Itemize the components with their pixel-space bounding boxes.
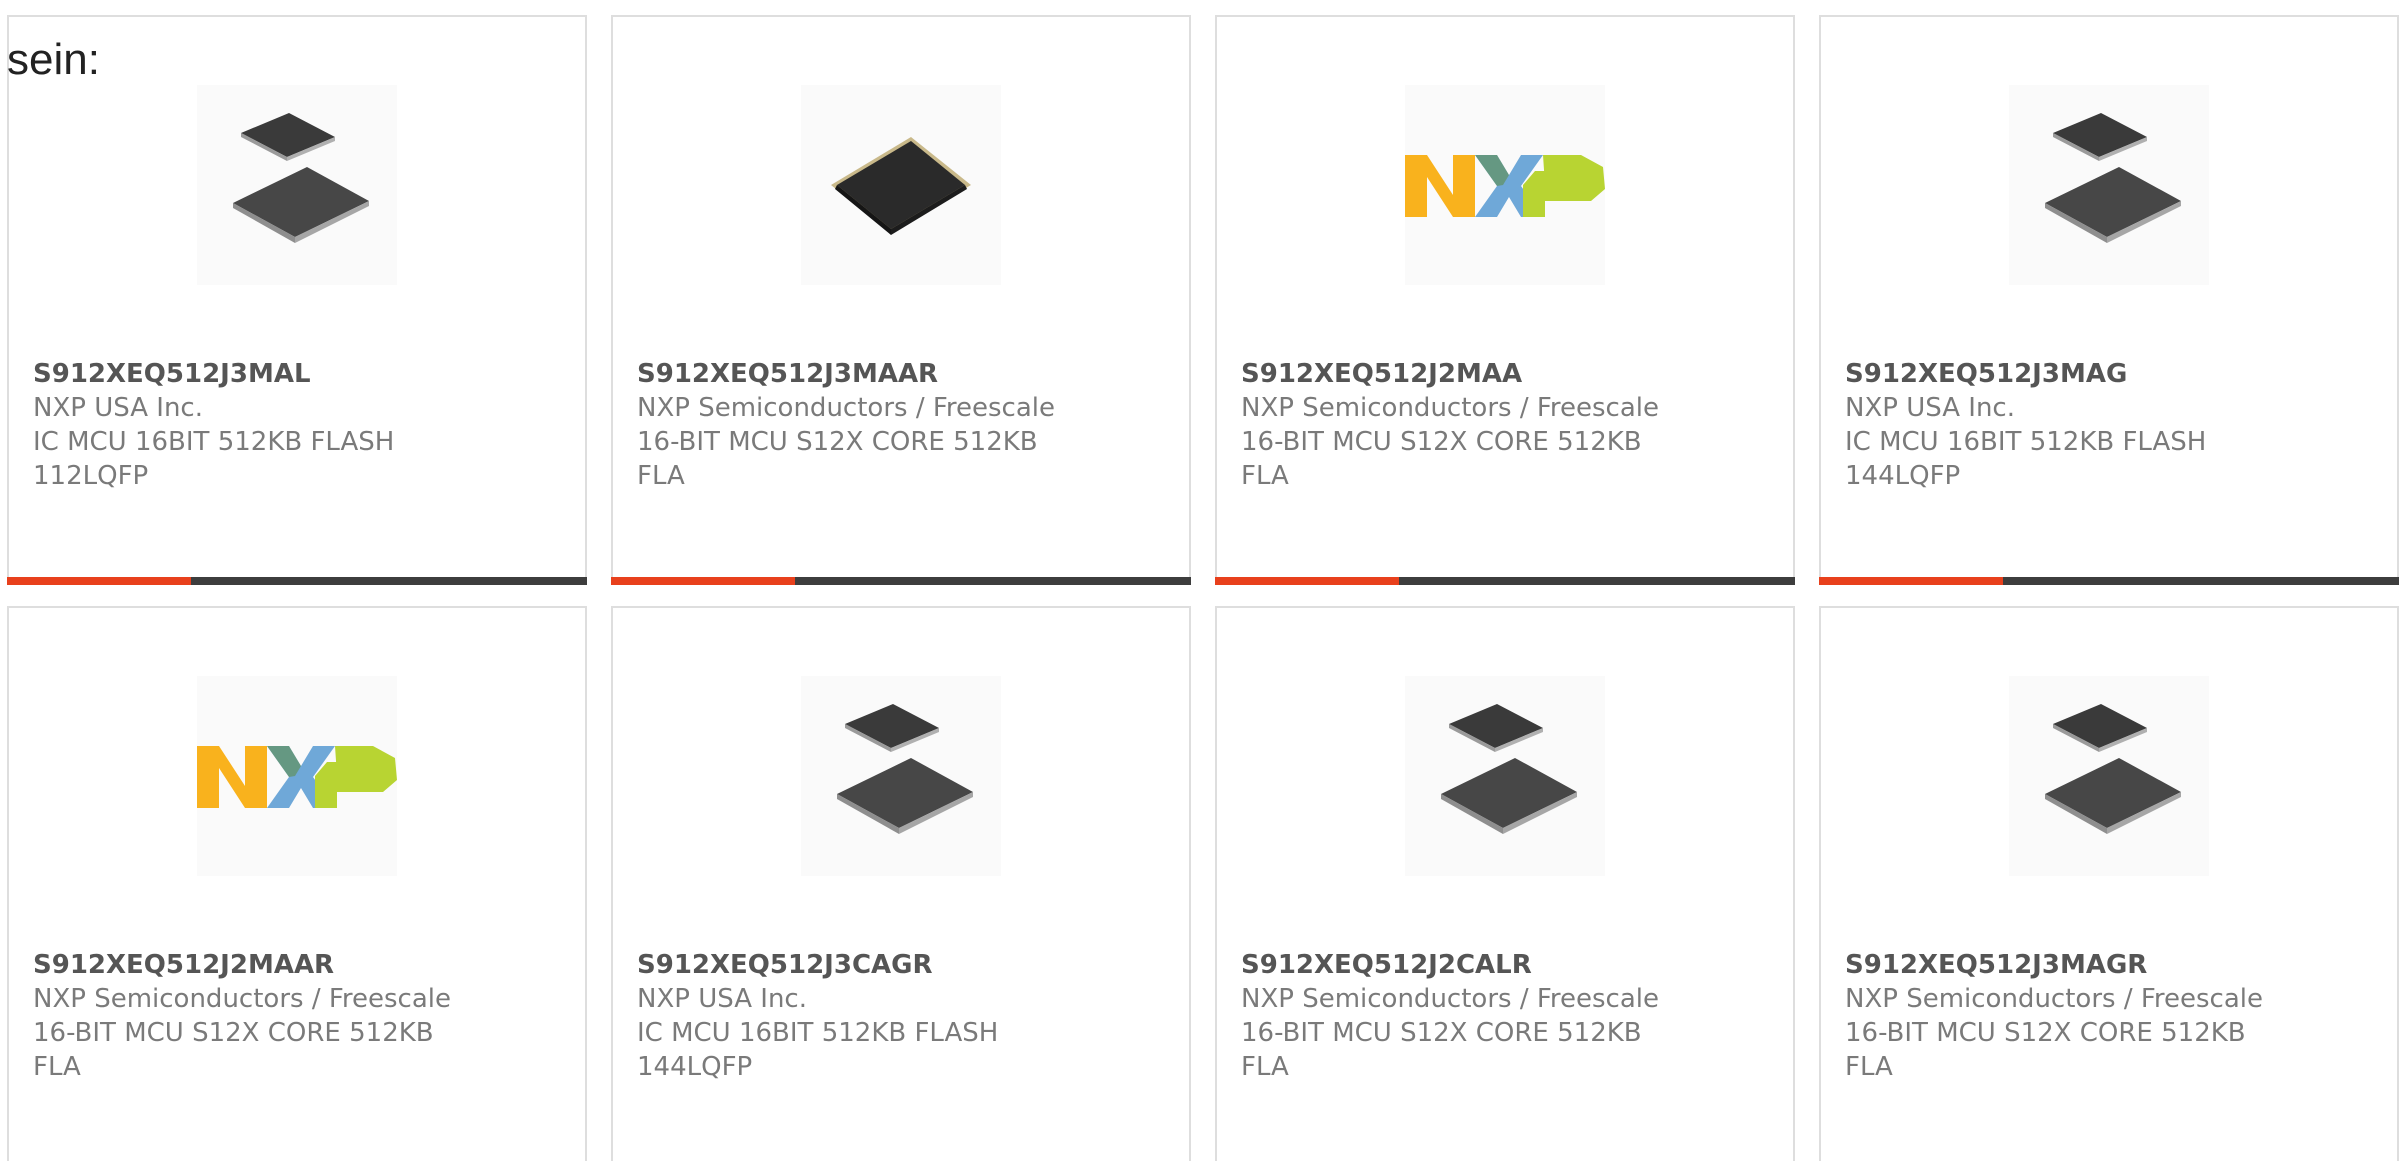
product-info: S912XEQ512J3MAG NXP USA Inc. IC MCU 16BIT … — [1845, 357, 2275, 493]
part-number-link[interactable]: S912XEQ512J3MAL — [33, 357, 463, 391]
chip-image-icon — [837, 704, 973, 834]
product-card[interactable]: S912XEQ512J3MAGR NXP Semiconductors / Fre… — [1819, 606, 2399, 1161]
description-label: 16-BIT MCU S12X CORE 512KB FLA — [637, 427, 1038, 491]
card-accent-bar — [611, 577, 1191, 585]
card-accent-bar — [1819, 577, 2399, 585]
product-image[interactable] — [2009, 676, 2209, 876]
product-card[interactable]: S912XEQ512J3MAG NXP USA Inc. IC MCU 16BIT … — [1819, 15, 2399, 585]
chip-image-icon — [2045, 113, 2181, 243]
product-image[interactable] — [1405, 676, 1605, 876]
manufacturer-label: NXP Semiconductors / Freescale — [1241, 984, 1660, 1014]
product-image[interactable] — [2009, 85, 2209, 285]
description-label: 16-BIT MCU S12X CORE 512KB FLA — [1241, 427, 1642, 491]
description-label: 16-BIT MCU S12X CORE 512KB FLA — [1845, 1018, 2246, 1082]
card-accent-bar — [7, 577, 587, 585]
manufacturer-label: NXP USA Inc. — [1845, 393, 2015, 423]
product-card[interactable]: S912XEQ512J3MAL NXP USA Inc. IC MCU 16BIT … — [7, 15, 587, 585]
accent-segment — [1215, 577, 1399, 585]
product-grid: S912XEQ512J3MAL NXP USA Inc. IC MCU 16BIT … — [0, 0, 2400, 1161]
product-image[interactable] — [197, 85, 397, 285]
product-image[interactable] — [801, 676, 1001, 876]
part-number-link[interactable]: S912XEQ512J2MAAR — [33, 948, 463, 982]
chip-image-icon — [1441, 704, 1577, 834]
chip-image-icon — [233, 113, 369, 243]
product-card[interactable]: S912XEQ512J3CAGR NXP USA Inc. IC MCU 16BIT… — [611, 606, 1191, 1161]
manufacturer-label: NXP USA Inc. — [637, 984, 807, 1014]
product-card[interactable]: S912XEQ512J2MAA NXP Semiconductors / Free… — [1215, 15, 1795, 585]
part-number-link[interactable]: S912XEQ512J3MAGR — [1845, 948, 2275, 982]
product-info: S912XEQ512J3CAGR NXP USA Inc. IC MCU 16BIT… — [637, 948, 1067, 1084]
part-number-link[interactable]: S912XEQ512J2CALR — [1241, 948, 1671, 982]
description-label: IC MCU 16BIT 512KB FLASH 112LQFP — [33, 427, 395, 491]
product-info: S912XEQ512J2MAAR NXP Semiconductors / Fre… — [33, 948, 463, 1084]
manufacturer-label: NXP Semiconductors / Freescale — [1241, 393, 1660, 423]
description-label: 16-BIT MCU S12X CORE 512KB FLA — [1241, 1018, 1642, 1082]
description-label: 16-BIT MCU S12X CORE 512KB FLA — [33, 1018, 434, 1082]
product-info: S912XEQ512J2MAA NXP Semiconductors / Free… — [1241, 357, 1671, 493]
product-info: S912XEQ512J3MAL NXP USA Inc. IC MCU 16BIT … — [33, 357, 463, 493]
product-info: S912XEQ512J2CALR NXP Semiconductors / Fre… — [1241, 948, 1671, 1084]
part-number-link[interactable]: S912XEQ512J3MAAR — [637, 357, 1067, 391]
part-number-link[interactable]: S912XEQ512J2MAA — [1241, 357, 1671, 391]
product-card[interactable]: S912XEQ512J2CALR NXP Semiconductors / Fre… — [1215, 606, 1795, 1161]
manufacturer-label: NXP Semiconductors / Freescale — [637, 393, 1056, 423]
product-image[interactable] — [197, 676, 397, 876]
description-label: IC MCU 16BIT 512KB FLASH 144LQFP — [637, 1018, 999, 1082]
manufacturer-label: NXP USA Inc. — [33, 393, 203, 423]
chip-image-icon — [2045, 704, 2181, 834]
product-image[interactable] — [1405, 85, 1605, 285]
product-grid-page: sein: S912XEQ512J3MAL NXP USA Inc. IC MCU … — [0, 0, 2400, 1161]
accent-segment — [611, 577, 795, 585]
part-number-link[interactable]: S912XEQ512J3MAG — [1845, 357, 2275, 391]
product-card[interactable]: S912XEQ512J2MAAR NXP Semiconductors / Fre… — [7, 606, 587, 1161]
card-accent-bar — [1215, 577, 1795, 585]
part-number-link[interactable]: S912XEQ512J3CAGR — [637, 948, 1067, 982]
product-image[interactable] — [801, 85, 1001, 285]
intro-text: sein: — [7, 35, 100, 84]
manufacturer-label: NXP Semiconductors / Freescale — [1845, 984, 2264, 1014]
product-card[interactable]: S912XEQ512J3MAAR NXP Semiconductors / Fre… — [611, 15, 1191, 585]
accent-segment — [7, 577, 191, 585]
description-label: IC MCU 16BIT 512KB FLASH 144LQFP — [1845, 427, 2207, 491]
accent-segment — [1819, 577, 2003, 585]
chip-image-icon — [831, 137, 971, 235]
nxp-logo-icon — [1405, 155, 1605, 217]
nxp-logo-icon — [197, 746, 397, 808]
manufacturer-label: NXP Semiconductors / Freescale — [33, 984, 452, 1014]
product-info: S912XEQ512J3MAGR NXP Semiconductors / Fre… — [1845, 948, 2275, 1084]
product-info: S912XEQ512J3MAAR NXP Semiconductors / Fre… — [637, 357, 1067, 493]
